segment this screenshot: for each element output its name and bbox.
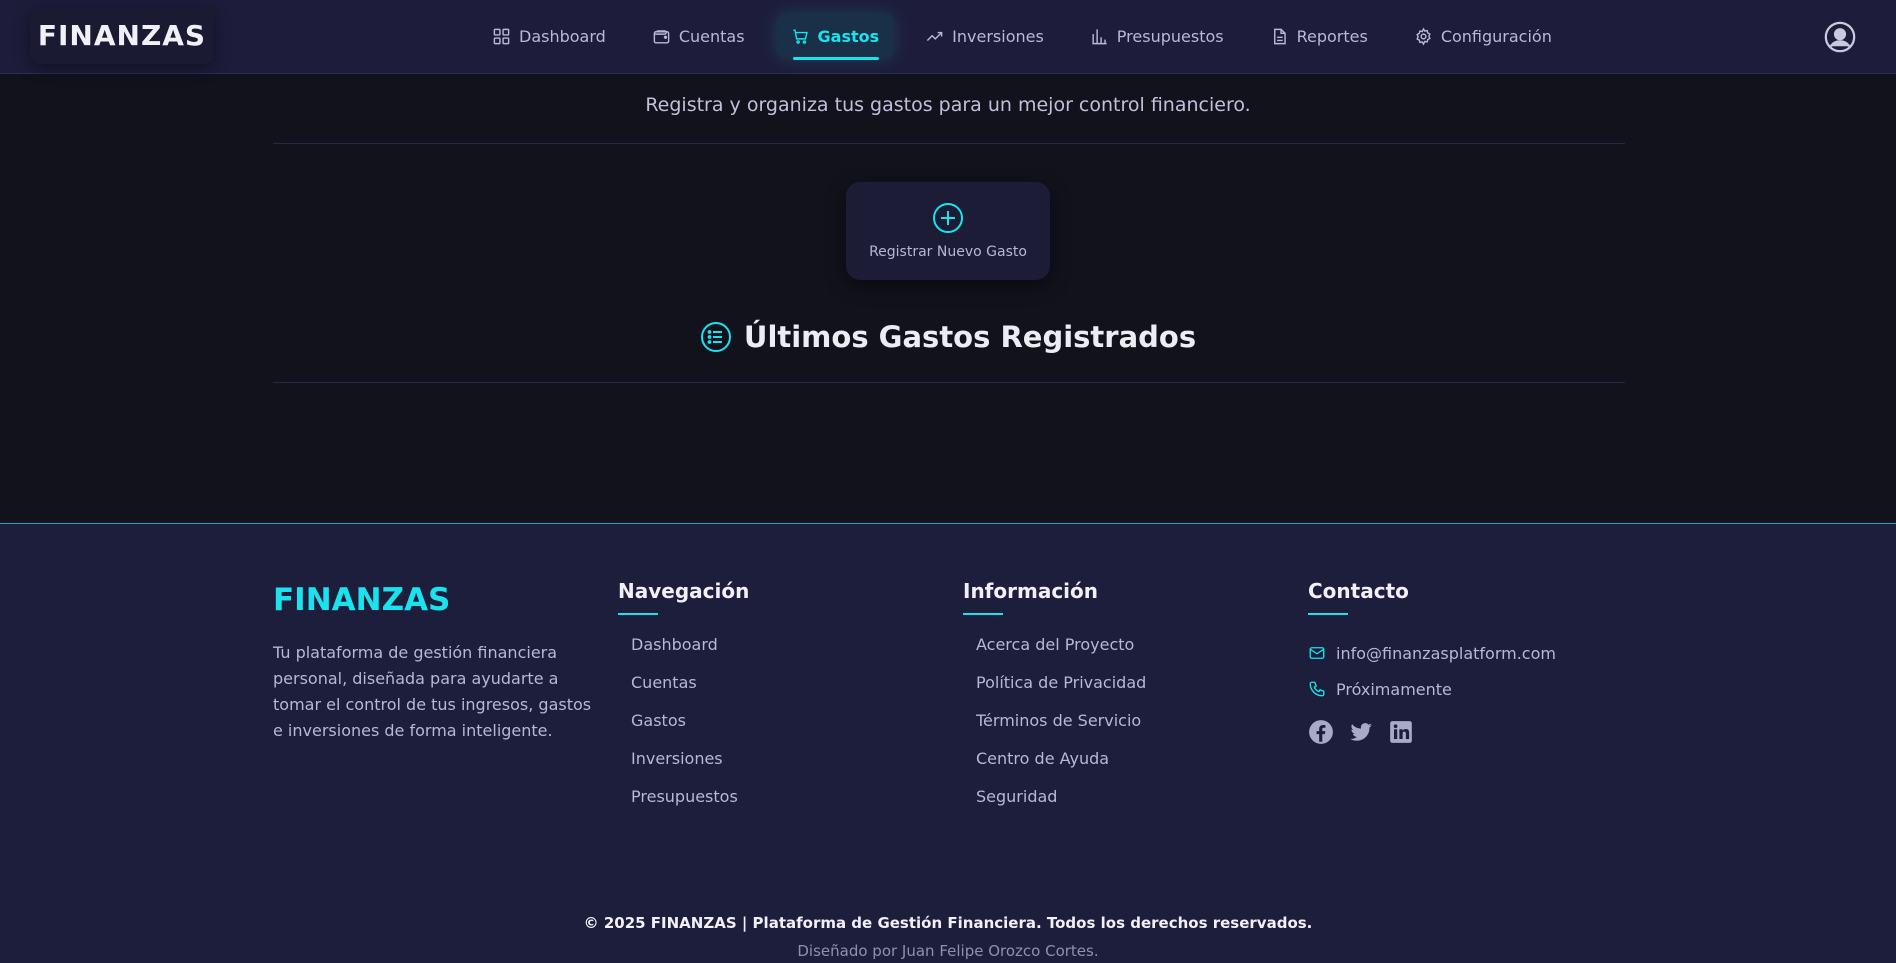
wallet-icon	[653, 29, 670, 44]
footer-info-column: Información Acerca del Proyecto Política…	[963, 579, 1146, 825]
document-icon	[1273, 28, 1286, 44]
footer-link-security[interactable]: Seguridad	[963, 787, 1146, 825]
nav-label: Reportes	[1296, 26, 1368, 46]
footer-copyright: © 2025 FINANZAS | Plataforma de Gestión …	[583, 914, 1313, 932]
title-underline	[1308, 613, 1348, 615]
nav-item-presupuestos[interactable]: Presupuestos	[1076, 14, 1238, 58]
nav-item-dashboard[interactable]: Dashboard	[478, 14, 620, 58]
nav-item-inversiones[interactable]: Inversiones	[911, 14, 1058, 58]
nav-label: Gastos	[817, 26, 880, 46]
contact-email[interactable]: info@finanzasplatform.com	[1308, 635, 1556, 671]
list-icon	[700, 322, 731, 352]
bar-chart-icon	[1092, 28, 1107, 44]
register-new-expense-button[interactable]: Registrar Nuevo Gasto	[846, 182, 1050, 280]
trend-icon	[927, 31, 943, 41]
footer-credit: Diseñado por Juan Felipe Orozco Cortes.	[797, 942, 1099, 960]
footer-contact-title: Contacto	[1308, 579, 1409, 603]
plus-circle-icon	[933, 203, 963, 233]
footer-contact-column: Contacto info@finanzasplatform.com Próxi…	[1308, 579, 1556, 745]
nav-item-gastos[interactable]: Gastos	[776, 14, 894, 60]
grid-icon	[493, 28, 510, 44]
contact-phone: Próximamente	[1308, 671, 1556, 707]
nav-label: Dashboard	[519, 26, 606, 46]
footer-link-terms[interactable]: Términos de Servicio	[963, 711, 1146, 749]
cart-icon	[792, 28, 808, 44]
contact-phone-text: Próximamente	[1336, 679, 1452, 699]
footer-nav-column: Navegación Dashboard Cuentas Gastos Inve…	[618, 579, 749, 825]
gear-icon	[1416, 27, 1431, 45]
page-subtitle: Registra y organiza tus gastos para un m…	[645, 94, 1251, 116]
nav-label: Presupuestos	[1116, 26, 1224, 46]
nav-item-reportes[interactable]: Reportes	[1256, 14, 1382, 58]
nav-label: Cuentas	[678, 26, 745, 46]
mail-icon	[1309, 647, 1325, 659]
social-links	[1308, 719, 1556, 745]
nav-label: Configuración	[1440, 26, 1552, 46]
nav-label: Inversiones	[952, 26, 1044, 46]
user-circle-icon[interactable]	[1823, 20, 1857, 54]
register-new-expense-label: Registrar Nuevo Gasto	[869, 244, 1027, 260]
recent-expenses-title-text: Últimos Gastos Registrados	[743, 320, 1197, 354]
contact-email-text: info@finanzasplatform.com	[1336, 643, 1556, 663]
footer-link-inversiones[interactable]: Inversiones	[618, 749, 749, 787]
footer-brand: FINANZAS	[273, 582, 451, 618]
nav-item-configuracion[interactable]: Configuración	[1400, 14, 1566, 58]
footer-link-cuentas[interactable]: Cuentas	[618, 673, 749, 711]
top-navbar: FINANZAS Dashboard Cuentas Gastos Invers…	[0, 0, 1896, 74]
footer-link-about[interactable]: Acerca del Proyecto	[963, 635, 1146, 673]
footer-link-presupuestos[interactable]: Presupuestos	[618, 787, 749, 825]
footer-info-title: Información	[963, 579, 1099, 603]
brand-logo[interactable]: FINANZAS	[30, 7, 214, 64]
phone-icon	[1309, 681, 1325, 697]
footer-link-gastos[interactable]: Gastos	[618, 711, 749, 749]
footer-link-help[interactable]: Centro de Ayuda	[963, 749, 1146, 787]
footer-nav-title: Navegación	[618, 579, 750, 603]
site-footer: FINANZAS Tu plataforma de gestión financ…	[0, 523, 1896, 963]
footer-description: Tu plataforma de gestión financiera pers…	[273, 643, 592, 740]
divider	[273, 382, 1625, 383]
recent-expenses-title: Últimos Gastos Registrados	[0, 320, 1896, 354]
footer-link-dashboard[interactable]: Dashboard	[618, 635, 749, 673]
divider	[273, 143, 1625, 144]
nav-item-cuentas[interactable]: Cuentas	[638, 14, 759, 58]
main-nav: Dashboard Cuentas Gastos Inversiones Pre…	[478, 12, 1580, 60]
twitter-icon[interactable]	[1348, 719, 1374, 745]
footer-link-privacy[interactable]: Política de Privacidad	[963, 673, 1146, 711]
title-underline	[963, 613, 1003, 615]
title-underline	[618, 613, 658, 615]
linkedin-icon[interactable]	[1388, 719, 1414, 745]
facebook-icon[interactable]	[1308, 719, 1334, 745]
